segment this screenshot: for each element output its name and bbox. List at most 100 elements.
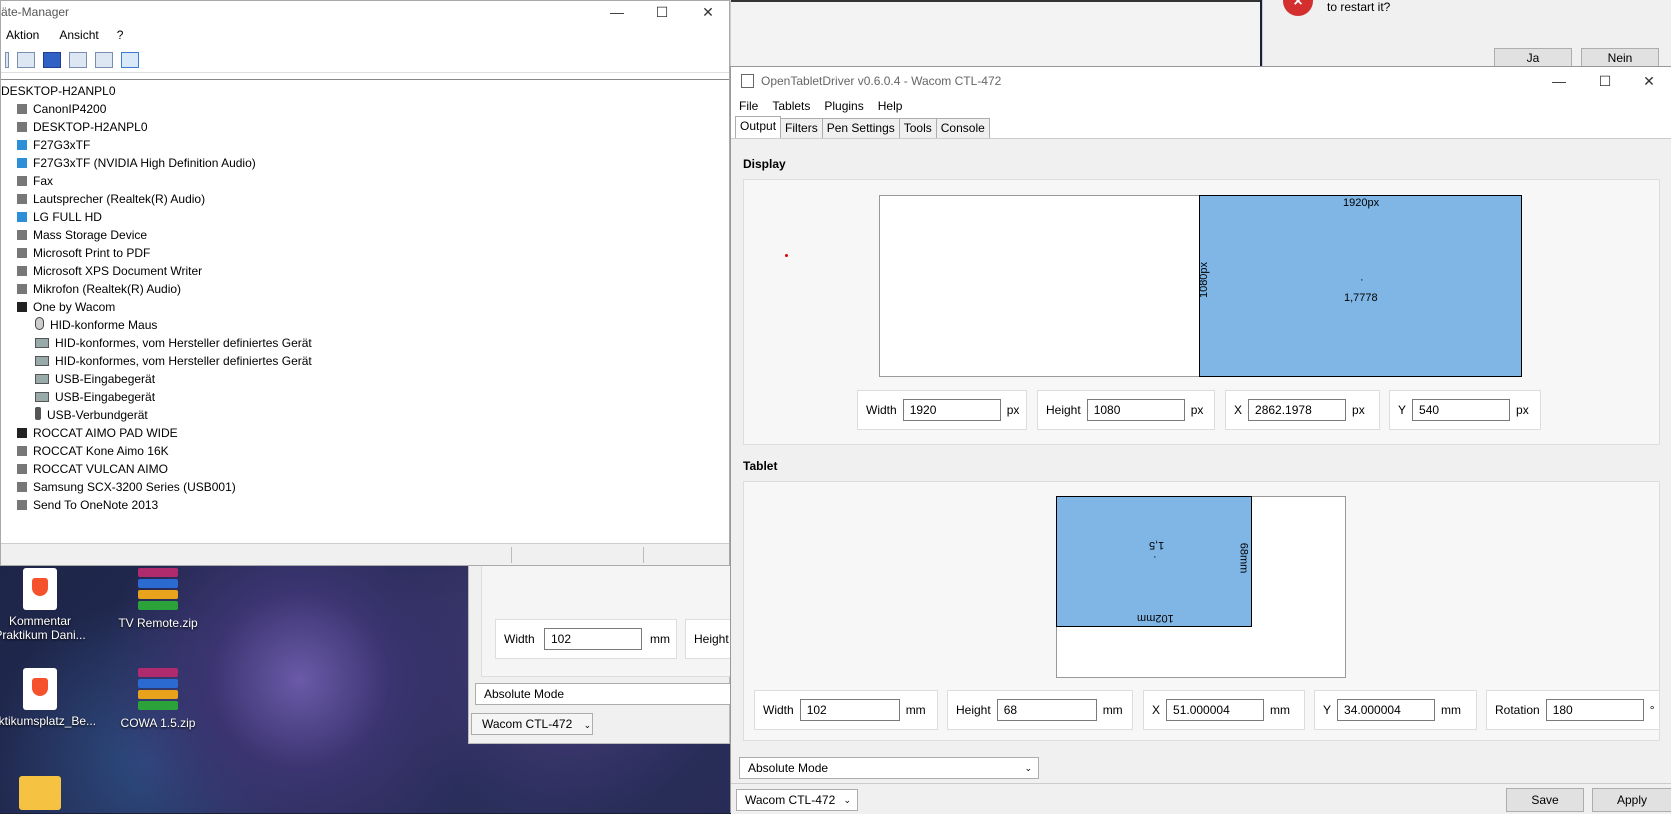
tab-bar: Output Filters Pen Settings Tools Consol… (731, 116, 1671, 139)
ghost-tablet-select[interactable]: Wacom CTL-472 ⌄ (471, 713, 593, 735)
ghost-width-input[interactable]: 102 (544, 628, 642, 650)
tab-console[interactable]: Console (935, 118, 990, 138)
minimize-icon[interactable]: — (1536, 67, 1582, 95)
minimize-icon[interactable]: — (594, 1, 640, 23)
display-area-rect[interactable]: 1920px 1080px · 1,7778 (1198, 195, 1522, 377)
tree-item[interactable]: LG FULL HD (1, 208, 729, 226)
tree-item[interactable]: DESKTOP-H2ANPL0 (1, 82, 729, 100)
drive-icon (17, 230, 27, 240)
menu-ansicht[interactable]: Ansicht (59, 28, 98, 42)
tree-item[interactable]: DESKTOP-H2ANPL0 (1, 118, 729, 136)
back-icon[interactable] (5, 51, 9, 68)
close-icon[interactable]: ✕ (685, 1, 731, 23)
microphone-icon (17, 284, 27, 294)
menu-bar: File Tablets Plugins Help (731, 95, 1671, 117)
menu-tablets[interactable]: Tablets (772, 99, 810, 113)
apply-button[interactable]: Apply (1592, 788, 1671, 812)
tree-item[interactable]: USB-Eingabegerät (1, 388, 729, 406)
tab-tools[interactable]: Tools (898, 118, 937, 138)
status-separator (511, 547, 512, 563)
tree-item[interactable]: HID-konformes, vom Hersteller definierte… (1, 334, 729, 352)
tree-item[interactable]: Fax (1, 172, 729, 190)
menu-plugins[interactable]: Plugins (824, 99, 863, 113)
printer-scan-icon[interactable] (95, 51, 113, 68)
help-icon[interactable] (43, 51, 61, 68)
monitor-icon[interactable] (121, 51, 139, 68)
tree-item-label: HID-konforme Maus (50, 318, 158, 332)
close-icon[interactable]: ✕ (1626, 67, 1671, 95)
tree-item[interactable]: CanonIP4200 (1, 100, 729, 118)
tablet-height-input[interactable] (996, 699, 1097, 721)
display-width-input[interactable] (902, 399, 1001, 421)
tablet-x-input[interactable] (1166, 699, 1265, 721)
tree-item[interactable]: ROCCAT Kone Aimo 16K (1, 442, 729, 460)
display-height-input[interactable] (1086, 399, 1185, 421)
field-unit: mm (1270, 703, 1291, 717)
opentabletdriver-window: OpenTabletDriver v0.6.0.4 - Wacom CTL-47… (730, 66, 1671, 814)
tab-output[interactable]: Output (735, 116, 782, 138)
tree-item[interactable]: F27G3xTF (NVIDIA High Definition Audio) (1, 154, 729, 172)
output-mode-label: Absolute Mode (748, 761, 829, 775)
display-y-input[interactable] (1412, 399, 1511, 421)
tablet-rotation-input[interactable] (1545, 699, 1644, 721)
menu-file[interactable]: File (739, 99, 758, 113)
properties-icon[interactable] (17, 51, 35, 68)
tree-item[interactable]: Send To OneNote 2013 (1, 496, 729, 514)
tree-item[interactable]: HID-konformes, vom Hersteller definierte… (1, 352, 729, 370)
no-button[interactable]: Nein (1581, 48, 1659, 68)
tab-pen-settings[interactable]: Pen Settings (821, 118, 900, 138)
window-title: äte-Manager (1, 5, 70, 19)
background-otd-window: Width 102 mm Height Absolute Mode Wacom … (468, 552, 731, 744)
tree-item-label: Microsoft Print to PDF (33, 246, 151, 260)
display-x-input[interactable] (1248, 399, 1347, 421)
tree-item[interactable]: Microsoft XPS Document Writer (1, 262, 729, 280)
tablet-width-input[interactable] (799, 699, 900, 721)
display-aspect-label: 1,7778 (1344, 292, 1378, 304)
tablet-area-rect[interactable]: 102mm 68mm 1,5 · (1056, 496, 1252, 627)
tablet-width-label: 102mm (1137, 612, 1174, 624)
tree-item[interactable]: ROCCAT VULCAN AIMO (1, 460, 729, 478)
tree-item[interactable]: Lautsprecher (Realtek(R) Audio) (1, 190, 729, 208)
output-mode-select[interactable]: Absolute Mode ⌄ (739, 757, 1039, 779)
tree-item[interactable]: USB-Verbundgerät (1, 406, 729, 424)
tablet-y-input[interactable] (1337, 699, 1436, 721)
tablet-select[interactable]: Wacom CTL-472 ⌄ (736, 789, 858, 811)
tree-item[interactable]: One by Wacom (1, 298, 729, 316)
menu-help[interactable]: Help (878, 99, 903, 113)
device-tree: DESKTOP-H2ANPL0 CanonIP4200 DESKTOP-H2ANPL… (1, 79, 729, 542)
tree-item[interactable]: ROCCAT AIMO PAD WIDE (1, 424, 729, 442)
tree-item-label: F27G3xTF (33, 138, 91, 152)
save-button[interactable]: Save (1506, 788, 1584, 812)
maximize-icon[interactable]: ☐ (1582, 67, 1628, 95)
yes-button[interactable]: Ja (1494, 48, 1572, 68)
tree-item[interactable]: HID-konforme Maus (1, 316, 729, 334)
field-unit: mm (1102, 703, 1123, 717)
view-icon[interactable] (69, 51, 87, 68)
ghost-mode-select[interactable]: Absolute Mode (475, 683, 731, 705)
desktop-icon-tv-remote[interactable]: TV Remote.zip (110, 568, 206, 630)
field-label: Rotation (1495, 703, 1540, 717)
menu-bar: Aktion Ansicht ? (1, 23, 729, 47)
desktop-icon-kommentar[interactable]: Kommentar Praktikum Dani... (0, 568, 88, 642)
tab-filters[interactable]: Filters (780, 118, 823, 138)
tree-item-label: F27G3xTF (NVIDIA High Definition Audio) (33, 156, 256, 170)
tablet-section-title: Tablet (743, 459, 778, 473)
desktop-icon-cowa[interactable]: COWA 1.5.zip (110, 668, 206, 730)
menu-aktion[interactable]: Aktion (6, 28, 39, 42)
hid-device-icon (35, 374, 49, 384)
field-unit: px (1006, 403, 1020, 417)
desktop-icon-folder[interactable] (0, 776, 88, 814)
field-label: Y (1398, 403, 1407, 417)
menu-help[interactable]: ? (117, 28, 124, 42)
tree-item[interactable]: Mikrofon (Realtek(R) Audio) (1, 280, 729, 298)
window-title-bar: äte-Manager — ☐ ✕ (1, 1, 729, 23)
tree-item[interactable]: Microsoft Print to PDF (1, 244, 729, 262)
tree-item[interactable]: Samsung SCX-3200 Series (USB001) (1, 478, 729, 496)
tree-item[interactable]: Mass Storage Device (1, 226, 729, 244)
brave-document-icon (23, 568, 57, 610)
tree-item[interactable]: USB-Eingabegerät (1, 370, 729, 388)
desktop-icon-praktikumsplatz[interactable]: aktikumsplatz_Be... (0, 668, 96, 728)
tree-item[interactable]: F27G3xTF (1, 136, 729, 154)
printer-icon (17, 482, 27, 492)
maximize-icon[interactable]: ☐ (639, 1, 685, 23)
